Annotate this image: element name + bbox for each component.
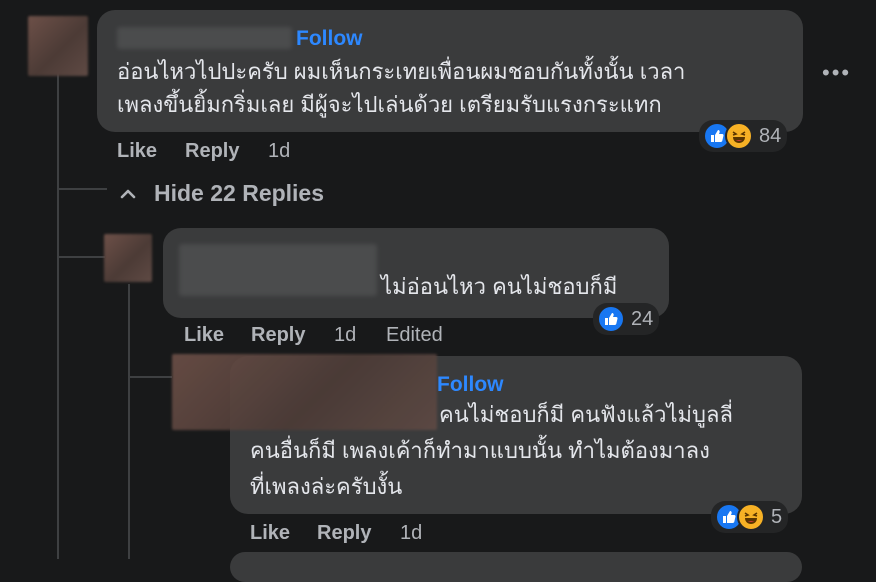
like-button[interactable]: Like — [250, 522, 290, 545]
thread-connector-hide — [57, 188, 107, 190]
timestamp[interactable]: 1d — [334, 324, 356, 347]
like-icon — [597, 305, 625, 333]
reply-button[interactable]: Reply — [251, 324, 305, 347]
reply-button[interactable]: Reply — [185, 140, 239, 163]
hide-replies-button[interactable]: Hide 22 Replies — [118, 180, 324, 207]
thread-connector-reply1 — [57, 256, 105, 258]
reaction-count: 84 — [759, 124, 782, 147]
avatar[interactable] — [172, 354, 437, 430]
thread-line-main — [57, 62, 59, 559]
comment-text-line: เพลงขึ้นยิ้มกริ่มเลย มีผู้จะไปเล่นด้วย เ… — [117, 92, 662, 117]
comment-text-line: คนอื่นก็มี เพลงเค้าก็ทำมาแบบนั้น ทำไมต้อ… — [250, 438, 710, 463]
avatar[interactable] — [28, 16, 88, 76]
reaction-count: 5 — [771, 505, 783, 528]
hide-replies-label: Hide 22 Replies — [154, 180, 325, 206]
commenter-name[interactable] — [179, 244, 377, 296]
chevron-up-icon — [118, 184, 138, 204]
comment-bubble — [230, 552, 802, 582]
thread-connector-reply2 — [128, 376, 172, 378]
reactions-summary[interactable]: 5 — [711, 501, 789, 533]
like-button[interactable]: Like — [184, 324, 224, 347]
timestamp[interactable]: 1d — [268, 140, 290, 163]
like-button[interactable]: Like — [117, 140, 157, 163]
avatar[interactable] — [104, 234, 152, 282]
thread-line-sub — [128, 284, 130, 559]
haha-icon — [725, 122, 753, 150]
edited-label[interactable]: Edited — [386, 324, 443, 347]
reaction-count: 24 — [631, 307, 654, 330]
comment-text-line: ไม่อ่อนไหว คนไม่ชอบก็มี — [381, 274, 618, 299]
comment-text-line: อ่อนไหวไปปะครับ ผมเห็นกระเทยเพื่อนผมชอบก… — [117, 59, 686, 84]
reply-button[interactable]: Reply — [317, 522, 371, 545]
comment-text-line: คนไม่ชอบก็มี คนฟังแล้วไม่บูลลี่ — [439, 402, 733, 427]
follow-button[interactable]: Follow — [437, 373, 504, 397]
commenter-name[interactable] — [117, 27, 292, 49]
haha-icon — [737, 503, 765, 531]
reactions-summary[interactable]: 84 — [699, 120, 788, 152]
comment-text-line: ที่เพลงล่ะครับงั้น — [250, 474, 403, 499]
timestamp[interactable]: 1d — [400, 522, 422, 545]
more-options-icon[interactable]: ••• — [822, 60, 851, 86]
follow-button[interactable]: Follow — [296, 27, 363, 51]
reactions-summary[interactable]: 24 — [593, 303, 660, 335]
